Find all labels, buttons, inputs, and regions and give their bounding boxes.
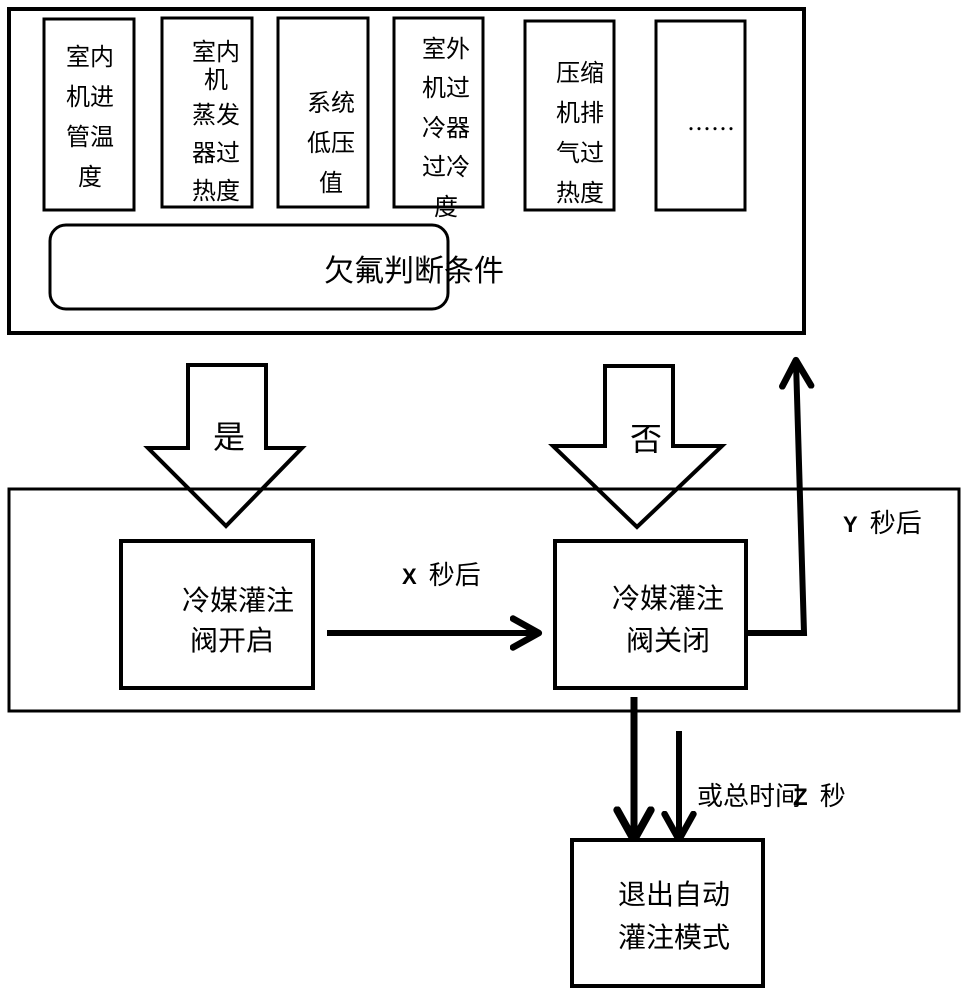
- exit-line-1: 退出自动: [618, 878, 730, 911]
- factor-label-line: 过冷: [422, 153, 470, 181]
- total-time-var: Z: [793, 784, 808, 811]
- y-var: Y: [843, 512, 858, 537]
- total-time-label: 或总时间Z 秒: [697, 782, 846, 812]
- y-delay-text: 秒后: [870, 509, 922, 539]
- factor-label-line: 机过: [422, 74, 470, 102]
- valve-open-line-2: 阀开启: [190, 624, 274, 657]
- factor-label-line: 管温: [66, 123, 114, 151]
- factor-label-line: ……: [687, 108, 735, 136]
- factor-label-line: 室内: [66, 43, 114, 71]
- factor-label-line: 室内: [192, 38, 240, 66]
- factor-label-line: 值: [319, 169, 343, 197]
- x-delay-label: X 秒后: [402, 561, 481, 591]
- factor-label-line: 冷器: [422, 114, 470, 142]
- factor-label-line: 度: [78, 163, 102, 191]
- factor-label-line: 机进: [66, 83, 114, 111]
- factor-label-line: 压缩: [556, 59, 604, 87]
- valve-close-line-2: 阀关闭: [626, 624, 710, 657]
- factor-label-line: 器过: [192, 139, 240, 167]
- valve-close-line-1: 冷媒灌注: [612, 582, 724, 615]
- factor-label-line: 气过: [556, 139, 604, 167]
- yes-label: 是: [213, 418, 245, 456]
- factor-label-line: 度: [434, 193, 458, 221]
- total-time-suffix: 秒: [820, 782, 846, 812]
- y-delay-label: Y 秒后: [843, 509, 922, 539]
- exit-line-2: 灌注模式: [618, 921, 730, 954]
- flowchart: 室内机进管温度室内机蒸发器过热度系统低压值室外机过冷器过冷度压缩机排气过热度………: [7, 7, 961, 988]
- no-label: 否: [630, 420, 662, 458]
- factor-label-line: 热度: [556, 179, 604, 207]
- factor-label-line: 机: [204, 66, 228, 94]
- factor-label-line: 室外: [422, 35, 470, 63]
- total-time-prefix: 或总时间: [697, 782, 801, 812]
- factor-label-line: 低压: [307, 129, 355, 157]
- valve-open-line-1: 冷媒灌注: [182, 584, 294, 617]
- exit-mode-box: [570, 838, 765, 988]
- factor-label-line: 机排: [556, 99, 604, 127]
- factor-label-line: 蒸发: [192, 101, 240, 129]
- factor-label-line: 系统: [307, 89, 355, 117]
- factor-label-line: 热度: [192, 177, 240, 205]
- x-delay-text: 秒后: [429, 561, 481, 591]
- judgment-condition-label: 欠氟判断条件: [324, 254, 504, 289]
- x-var: X: [402, 564, 417, 589]
